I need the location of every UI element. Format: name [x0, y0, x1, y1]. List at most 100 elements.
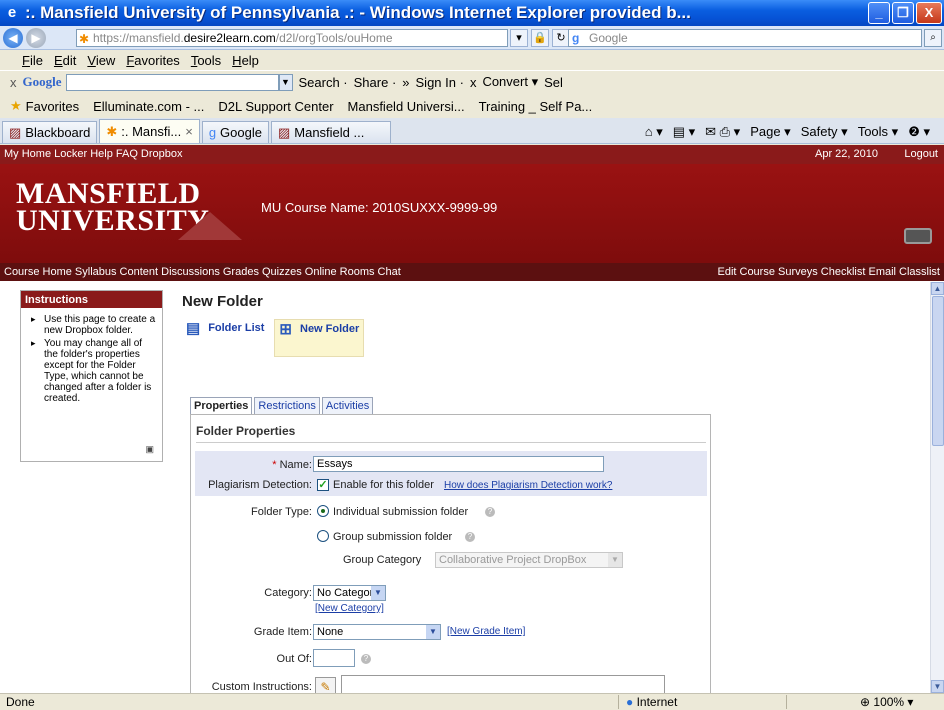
individual-radio[interactable] [317, 505, 329, 517]
zoom-level[interactable]: ⊕ 100% ▾ [860, 694, 913, 710]
help-icon[interactable]: ? [465, 532, 475, 542]
tab-blackboard[interactable]: ▨ Blackboard [2, 121, 98, 143]
feeds-icon[interactable]: ▤ ▾ [673, 124, 695, 140]
scroll-down-icon[interactable]: ▼ [931, 680, 944, 693]
scroll-thumb[interactable] [932, 296, 944, 446]
google-signin-button[interactable]: Sign In · [416, 75, 464, 90]
group-category-select[interactable]: Collaborative Project DropBox ▼ [435, 552, 623, 568]
favorite-mansfield[interactable]: Mansfield Universi... [348, 99, 465, 114]
folder-type-label: Folder Type: [251, 506, 312, 518]
course-nav-links[interactable]: Course Home Syllabus Content Discussions… [4, 266, 401, 278]
forward-button[interactable]: ▶ [26, 27, 46, 48]
course-admin-links[interactable]: Edit Course Surveys Checklist Email Clas… [717, 263, 940, 281]
lock-icon[interactable]: 🔒 [531, 29, 549, 47]
mountain-graphic [178, 212, 242, 240]
tab-mansfield-2[interactable]: ▨ Mansfield ... [270, 121, 391, 143]
plagiarism-label: Plagiarism Detection: [208, 479, 312, 491]
favorites-button[interactable]: Favorites [26, 99, 79, 114]
logout-link[interactable]: Logout [904, 145, 938, 164]
form-tabs: Properties Restrictions Activities [190, 397, 374, 415]
status-divider [618, 695, 619, 709]
tab-activities[interactable]: Activities [321, 397, 374, 414]
help-icon[interactable]: ? [485, 507, 495, 517]
search-field[interactable]: g Google [568, 29, 922, 47]
tab-restrictions[interactable]: Restrictions [254, 397, 320, 414]
new-grade-item-link[interactable]: [New Grade Item] [447, 626, 525, 637]
category-value: No Category [317, 587, 379, 599]
maximize-button[interactable]: ❐ [892, 2, 914, 24]
favorite-elluminate[interactable]: Elluminate.com - ... [93, 99, 204, 114]
menu-help[interactable]: Help [232, 53, 259, 68]
grade-item-select[interactable]: None ▼ [313, 624, 441, 640]
close-button[interactable]: X [916, 2, 942, 24]
menu-tools[interactable]: Tools [191, 53, 221, 68]
url-dropdown-icon[interactable]: ▾ [510, 29, 528, 47]
web-page: My Home Locker Help FAQ Dropbox Apr 22, … [0, 145, 944, 693]
site-favicon-icon: ✱ [106, 123, 118, 139]
url-field[interactable]: ✱ https://mansfield.desire2learn.com/d2l… [76, 29, 508, 47]
section-divider [196, 442, 706, 443]
page-menu[interactable]: Page ▾ [750, 124, 791, 140]
home-icon[interactable]: ⌂ ▾ [645, 124, 663, 140]
new-category-link[interactable]: [New Category] [315, 603, 384, 614]
select-button[interactable]: Sel [544, 75, 563, 90]
google-toolbar-input[interactable] [65, 73, 279, 91]
new-folder-button[interactable]: ⊞ New Folder [274, 319, 365, 357]
favorites-star-icon[interactable]: ★ [10, 98, 22, 114]
google-share-button[interactable]: Share · [354, 75, 397, 90]
folder-list-button[interactable]: ▤ Folder List [182, 319, 268, 357]
search-placeholder: Google [589, 31, 628, 45]
group-category-value: Collaborative Project DropBox [439, 554, 587, 566]
help-menu[interactable]: ❷ ▾ [908, 124, 930, 140]
tab-mansfield[interactable]: ✱:. Mansfi... × [99, 119, 200, 143]
zone-label: Internet [636, 695, 678, 709]
calculator-icon[interactable] [904, 228, 932, 244]
google-close-button[interactable]: x [470, 75, 477, 90]
google-toolbar: x Google ▼ Search · Share · » Sign In · … [0, 70, 944, 93]
search-go-icon[interactable]: ⌕ [924, 29, 942, 47]
tab-properties[interactable]: Properties [190, 397, 253, 415]
chevron-down-icon: ▼ [371, 586, 385, 600]
custom-instructions-textarea[interactable] [341, 675, 665, 693]
instructions-toggle-icon[interactable]: ▣ [145, 444, 154, 455]
back-button[interactable]: ◀ [3, 27, 23, 48]
print-icon[interactable]: ✉ ⎙ ▾ [705, 124, 740, 140]
menu-edit[interactable]: Edit [54, 53, 76, 68]
google-toolbar-dropdown[interactable]: ▼ [278, 73, 293, 91]
menu-file[interactable]: File [22, 53, 43, 68]
plagiarism-help-link[interactable]: How does Plagiarism Detection work? [444, 480, 612, 491]
google-toolbar-close[interactable]: x [10, 75, 17, 90]
google-icon: g [208, 124, 217, 140]
plagiarism-checkbox[interactable]: ✓ [317, 479, 329, 491]
url-path: /d2l/orgTools/ouHome [275, 31, 393, 45]
tab-google[interactable]: g Google [201, 121, 269, 143]
menu-bar: File Edit View Favorites Tools Help [0, 50, 944, 70]
tab-close-icon[interactable]: × [185, 122, 193, 142]
new-folder-icon: ⊞ [279, 321, 292, 338]
out-of-input[interactable] [313, 649, 355, 667]
scroll-up-icon[interactable]: ▲ [931, 282, 944, 295]
google-more-button[interactable]: » [402, 75, 409, 90]
chevron-down-icon: ▼ [426, 625, 440, 639]
folder-list-icon: ▤ [186, 320, 201, 337]
page-scrollbar[interactable]: ▲ ▼ [930, 282, 944, 693]
favorite-d2l-support[interactable]: D2L Support Center [218, 99, 333, 114]
menu-view[interactable]: View [87, 53, 115, 68]
minimize-button[interactable]: _ [868, 2, 890, 24]
top-links[interactable]: My Home Locker Help FAQ Dropbox [4, 148, 183, 160]
category-select[interactable]: No Category ▼ [313, 585, 386, 601]
google-search-button[interactable]: Search · [299, 75, 348, 90]
page-title: New Folder [182, 293, 263, 310]
name-input[interactable]: Essays [313, 456, 604, 472]
help-icon[interactable]: ? [361, 654, 371, 664]
pencil-icon[interactable]: ✎ [315, 677, 336, 693]
course-name: MU Course Name: 2010SUXXX-9999-99 [261, 200, 498, 215]
menu-favorites[interactable]: Favorites [126, 53, 179, 68]
safety-menu[interactable]: Safety ▾ [801, 124, 848, 140]
group-radio[interactable] [317, 530, 329, 542]
convert-button[interactable]: Convert ▾ [482, 74, 538, 90]
window-titlebar[interactable]: e :. Mansfield University of Pennsylvani… [0, 0, 944, 26]
custom-instructions-label: Custom Instructions: [211, 681, 312, 693]
favorite-training[interactable]: Training _ Self Pa... [479, 99, 593, 114]
tools-menu[interactable]: Tools ▾ [858, 124, 899, 140]
